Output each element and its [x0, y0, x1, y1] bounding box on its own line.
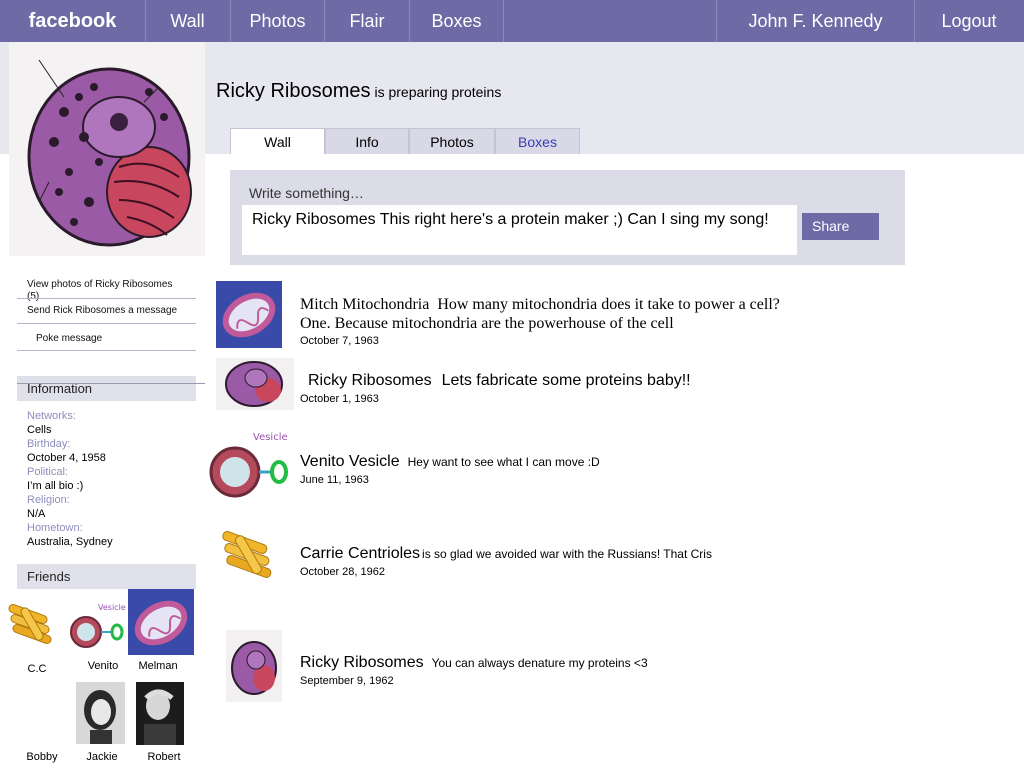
networks-value: Cells: [27, 424, 52, 436]
post-author-photo[interactable]: [218, 520, 280, 588]
centriole-icon: [218, 520, 280, 588]
friend-name-robert[interactable]: Robert: [142, 751, 186, 763]
post-message: Hey want to see what I can move :D: [407, 455, 600, 469]
birthday-label: Birthday:: [27, 438, 71, 450]
cell-illustration-icon: [216, 358, 294, 410]
profile-name: Ricky Ribosomes: [216, 80, 371, 102]
tab-info[interactable]: Info: [325, 128, 409, 154]
post-body: Venito Vesicle Hey want to see what I can…: [300, 453, 600, 471]
religion-value: N/A: [27, 508, 46, 520]
friend-photo-melman[interactable]: [128, 589, 194, 655]
centriole-icon: [4, 596, 62, 654]
post-date: June 11, 1963: [300, 474, 369, 486]
post-author[interactable]: Ricky Ribosomes: [308, 372, 432, 389]
friend-name-melman[interactable]: Melman: [136, 660, 180, 672]
post-author-photo[interactable]: [216, 358, 294, 410]
share-button[interactable]: Share: [802, 213, 879, 240]
profile-status: is preparing proteins: [374, 84, 502, 100]
mitochondria-icon: [128, 589, 194, 655]
facebook-logo[interactable]: facebook: [0, 0, 146, 42]
post-author[interactable]: Mitch Mitochondria: [300, 296, 429, 313]
friend-photo-jackie[interactable]: [76, 682, 125, 744]
nav-flair[interactable]: Flair: [325, 0, 410, 42]
nav-user-name[interactable]: John F. Kennedy: [716, 0, 915, 42]
post-date: October 7, 1963: [300, 335, 379, 347]
friend-name-venito[interactable]: Venito: [83, 660, 123, 672]
post-message: Lets fabricate some proteins baby!!: [441, 372, 691, 389]
divider: [17, 298, 196, 299]
logout-link[interactable]: Logout: [914, 0, 1024, 42]
mitochondria-icon: [216, 281, 282, 348]
friend-photo-venito[interactable]: Vesicle: [68, 598, 126, 654]
political-value: I’m all bio :): [27, 480, 84, 492]
post-body: Mitch Mitochondria How many mitochondria…: [300, 295, 800, 333]
divider: [17, 383, 205, 384]
cell-illustration-icon: [226, 630, 282, 702]
post-author-photo[interactable]: Vesicle: [207, 428, 291, 504]
friends-header: Friends: [17, 564, 196, 589]
nav-wall[interactable]: Wall: [145, 0, 231, 42]
divider: [17, 350, 196, 351]
svg-text:Vesicle: Vesicle: [253, 432, 288, 443]
svg-text:Vesicle: Vesicle: [98, 603, 126, 612]
vesicle-icon: Vesicle: [207, 428, 291, 504]
portrait-icon: [136, 682, 184, 745]
post-author-photo[interactable]: [216, 281, 282, 348]
post-author[interactable]: Venito Vesicle: [300, 453, 400, 470]
composer-input[interactable]: Ricky Ribosomes This right here's a prot…: [242, 205, 797, 255]
post-date: September 9, 1962: [300, 675, 394, 687]
friend-name-cc[interactable]: C.C: [17, 663, 57, 675]
tab-boxes[interactable]: Boxes: [495, 128, 580, 154]
post-body: Ricky Ribosomes You can always denature m…: [300, 654, 648, 672]
religion-label: Religion:: [27, 494, 70, 506]
political-label: Political:: [27, 466, 68, 478]
profile-picture[interactable]: [9, 42, 205, 256]
tab-wall[interactable]: Wall: [230, 128, 325, 154]
information-header: Information: [17, 376, 196, 401]
tab-photos[interactable]: Photos: [409, 128, 495, 154]
post-author-photo[interactable]: [226, 630, 282, 702]
cell-illustration-icon: [9, 42, 205, 256]
friend-photo-robert[interactable]: [136, 682, 184, 745]
post-date: October 28, 1962: [300, 566, 386, 578]
post-author[interactable]: Ricky Ribosomes: [300, 654, 424, 671]
portrait-icon: [76, 682, 125, 744]
profile-headline: Ricky Ribosomes is preparing proteins: [216, 80, 501, 103]
send-message-link[interactable]: Send Rick Ribosomes a message: [27, 305, 177, 316]
networks-label: Networks:: [27, 410, 76, 422]
vesicle-icon: Vesicle: [68, 598, 126, 654]
view-photos-link[interactable]: View photos of Ricky Ribosomes (5): [27, 279, 187, 303]
poke-message-link[interactable]: Poke message: [36, 333, 102, 344]
post-body: Carrie Centrioles is so glad we avoided w…: [300, 545, 712, 563]
nav-photos[interactable]: Photos: [231, 0, 325, 42]
divider: [17, 323, 196, 324]
composer-label: Write something…: [249, 185, 364, 201]
birthday-value: October 4, 1958: [27, 452, 106, 464]
hometown-value: Australia, Sydney: [27, 536, 113, 548]
friend-name-bobby[interactable]: Bobby: [20, 751, 64, 763]
hometown-label: Hometown:: [27, 522, 83, 534]
post-author[interactable]: Carrie Centrioles: [300, 545, 420, 562]
nav-boxes[interactable]: Boxes: [410, 0, 504, 42]
post-message: You can always denature my proteins <3: [431, 656, 648, 670]
post-message: is so glad we avoided war with the Russi…: [422, 547, 712, 561]
post-body: Ricky Ribosomes Lets fabricate some prote…: [300, 372, 691, 390]
post-date: October 1, 1963: [300, 393, 379, 405]
friend-name-jackie[interactable]: Jackie: [80, 751, 124, 763]
friend-photo-cc[interactable]: [4, 596, 62, 654]
